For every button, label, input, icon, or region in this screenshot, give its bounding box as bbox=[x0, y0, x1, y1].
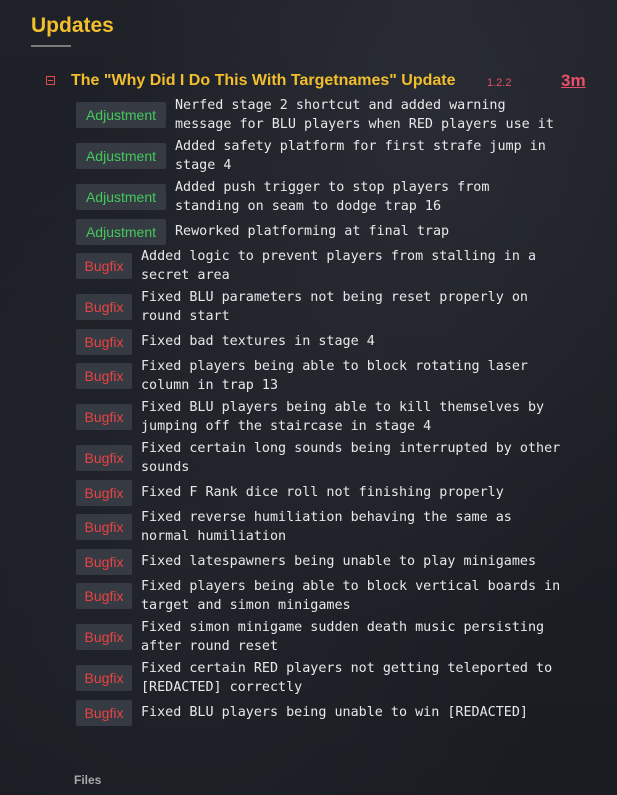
bugfix-badge: Bugfix bbox=[76, 445, 132, 471]
adjustment-badge: Adjustment bbox=[76, 218, 166, 245]
entry-text: Fixed BLU players being able to kill the… bbox=[141, 400, 545, 434]
bugfix-badge: Bugfix bbox=[76, 665, 132, 691]
changelog-entry: Bugfix Fixed BLU players being unable to … bbox=[76, 699, 606, 726]
changelog-entry: Bugfix Fixed latespawners being unable to… bbox=[76, 548, 606, 575]
entry-text: Fixed reverse humiliation behaving the s… bbox=[141, 510, 512, 544]
entry-text: Added safety platform for first strafe j… bbox=[175, 139, 546, 173]
changelog-entry: Bugfix Fixed certain RED players not gett… bbox=[76, 659, 606, 697]
changelog-entry: Bugfix Fixed bad textures in stage 4 bbox=[76, 328, 606, 355]
entry-text: Reworked platforming at final trap bbox=[175, 224, 450, 239]
bugfix-badge: Bugfix bbox=[76, 514, 132, 540]
bugfix-badge: Bugfix bbox=[76, 294, 132, 320]
bugfix-badge: Bugfix bbox=[76, 328, 132, 355]
changelog-entry: Bugfix Fixed certain long sounds being in… bbox=[76, 439, 606, 477]
adjustment-badge: Adjustment bbox=[76, 143, 166, 169]
entry-text: Fixed BLU parameters not being reset pro… bbox=[141, 290, 528, 324]
changelog-entry: Adjustment Reworked platforming at final … bbox=[76, 218, 606, 245]
entry-text: Nerfed stage 2 shortcut and added warnin… bbox=[175, 98, 554, 132]
bugfix-badge: Bugfix bbox=[76, 548, 132, 575]
update-age-link[interactable]: 3m bbox=[561, 71, 586, 91]
entry-text: Fixed bad textures in stage 4 bbox=[141, 334, 375, 349]
version-badge: 1.2.2 bbox=[487, 77, 512, 89]
updates-panel: Updates The "Why Did I Do This With Targ… bbox=[0, 0, 617, 795]
changelog-entry: Bugfix Fixed BLU parameters not being res… bbox=[76, 288, 606, 326]
bugfix-badge: Bugfix bbox=[76, 479, 132, 506]
changelog-list: Adjustment Nerfed stage 2 shortcut and ad… bbox=[76, 96, 606, 728]
entry-text: Fixed players being able to block rotati… bbox=[141, 359, 528, 393]
bugfix-badge: Bugfix bbox=[76, 404, 132, 430]
entry-text: Added push trigger to stop players from … bbox=[175, 180, 490, 214]
adjustment-badge: Adjustment bbox=[76, 184, 166, 210]
page-title: Updates bbox=[31, 14, 114, 37]
changelog-entry: Adjustment Added safety platform for firs… bbox=[76, 137, 606, 175]
changelog-entry: Bugfix Fixed simon minigame sudden death … bbox=[76, 618, 606, 656]
changelog-entry: Bugfix Fixed BLU players being able to ki… bbox=[76, 398, 606, 436]
collapse-icon[interactable] bbox=[46, 76, 55, 85]
bugfix-badge: Bugfix bbox=[76, 363, 132, 389]
changelog-entry: Bugfix Fixed F Rank dice roll not finishi… bbox=[76, 479, 606, 506]
entry-text: Added logic to prevent players from stal… bbox=[141, 249, 537, 283]
entry-text: Fixed latespawners being unable to play … bbox=[141, 554, 537, 569]
bugfix-badge: Bugfix bbox=[76, 253, 132, 279]
entry-text: Fixed certain RED players not getting te… bbox=[141, 661, 553, 695]
entry-text: Fixed simon minigame sudden death music … bbox=[141, 620, 545, 654]
entry-text: Fixed players being able to block vertic… bbox=[141, 579, 561, 613]
changelog-entry: Bugfix Added logic to prevent players fro… bbox=[76, 247, 606, 285]
changelog-entry: Bugfix Fixed players being able to block … bbox=[76, 577, 606, 615]
files-label: Files bbox=[74, 773, 102, 787]
bugfix-badge: Bugfix bbox=[76, 583, 132, 609]
bugfix-badge: Bugfix bbox=[76, 699, 132, 726]
bugfix-badge: Bugfix bbox=[76, 624, 132, 650]
entry-text: Fixed F Rank dice roll not finishing pro… bbox=[141, 485, 504, 500]
update-title: The "Why Did I Do This With Targetnames"… bbox=[71, 72, 456, 89]
adjustment-badge: Adjustment bbox=[76, 102, 166, 128]
entry-text: Fixed BLU players being unable to win [R… bbox=[141, 705, 528, 720]
changelog-entry: Bugfix Fixed players being able to block … bbox=[76, 357, 606, 395]
changelog-entry: Bugfix Fixed reverse humiliation behaving… bbox=[76, 508, 606, 546]
update-header: The "Why Did I Do This With Targetnames"… bbox=[0, 70, 617, 94]
changelog-entry: Adjustment Added push trigger to stop pla… bbox=[76, 178, 606, 216]
changelog-entry: Adjustment Nerfed stage 2 shortcut and ad… bbox=[76, 96, 606, 134]
entry-text: Fixed certain long sounds being interrup… bbox=[141, 441, 561, 475]
title-underline bbox=[31, 45, 71, 47]
